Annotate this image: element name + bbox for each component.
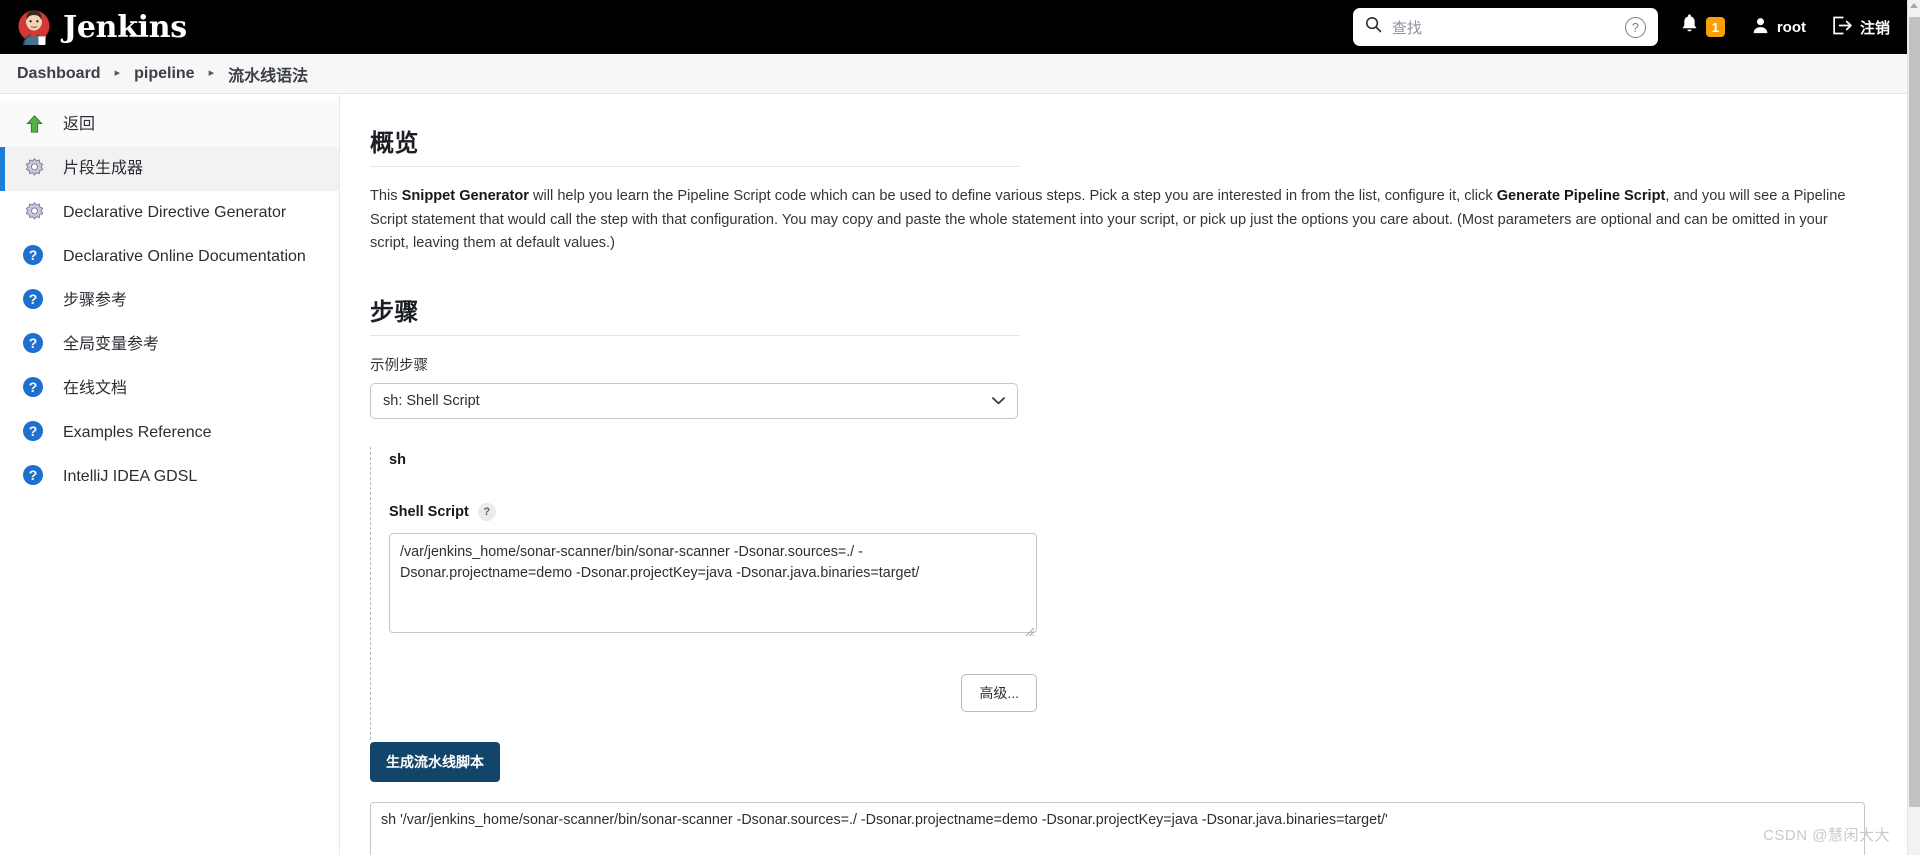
sidebar: 返回 片段生成器 Declarative Directive Generator: [0, 95, 340, 855]
advanced-button[interactable]: 高级...: [961, 673, 1037, 712]
breadcrumb-item-dashboard[interactable]: Dashboard: [17, 65, 101, 83]
main-content: 概览 This Snippet Generator will help you …: [340, 95, 1908, 855]
sidebar-item-declarative-online-documentation[interactable]: ? Declarative Online Documentation: [0, 235, 339, 279]
page-body: 返回 片段生成器 Declarative Directive Generator: [0, 95, 1908, 855]
sidebar-item-online-documentation[interactable]: ? 在线文档: [0, 367, 339, 411]
shell-script-input[interactable]: [389, 532, 1037, 633]
brand-title: Jenkins: [63, 9, 187, 45]
logout-icon: [1832, 16, 1853, 39]
shell-script-label-text: Shell Script: [389, 503, 469, 520]
gear-icon: [23, 157, 48, 182]
person-icon: [1751, 16, 1770, 39]
breadcrumb-separator-icon: ▸: [114, 67, 121, 79]
sidebar-item-label: 步骤参考: [63, 292, 128, 309]
overview-heading: 概览: [370, 130, 419, 157]
help-icon: ?: [23, 420, 48, 446]
top-header-bar: Jenkins 查找 ? 1 root 注销: [0, 0, 1908, 54]
sidebar-item-back[interactable]: 返回: [0, 103, 339, 147]
breadcrumb-separator-icon: ▸: [208, 67, 215, 79]
help-icon: ?: [23, 244, 48, 270]
intro-bold-generate-pipeline-script: Generate Pipeline Script: [1496, 188, 1666, 204]
sample-step-select[interactable]: sh: Shell Script: [370, 382, 1018, 419]
user-menu-button[interactable]: root: [1751, 16, 1806, 39]
page-scrollbar[interactable]: [1907, 0, 1920, 855]
help-icon: ?: [23, 376, 48, 402]
sample-step-selected-value: sh: Shell Script: [383, 392, 480, 409]
sidebar-item-label: Declarative Online Documentation: [63, 248, 306, 265]
advanced-row: 高级...: [389, 673, 1037, 712]
steps-heading: 步骤: [370, 298, 419, 326]
logout-label: 注销: [1859, 19, 1890, 37]
help-icon: ?: [23, 332, 48, 358]
sidebar-item-step-reference[interactable]: ? 步骤参考: [0, 279, 339, 323]
sidebar-item-examples-reference[interactable]: ? Examples Reference: [0, 411, 339, 455]
search-icon: [1365, 16, 1382, 38]
help-icon: ?: [23, 288, 48, 314]
chevron-down-icon: [992, 393, 1005, 408]
notification-count-badge: 1: [1705, 17, 1725, 37]
breadcrumb: Dashboard ▸ pipeline ▸ 流水线语法: [0, 54, 1908, 94]
bell-icon: [1680, 14, 1699, 40]
breadcrumb-item-pipeline[interactable]: pipeline: [134, 65, 194, 83]
search-input[interactable]: 查找 ?: [1352, 8, 1658, 46]
help-icon[interactable]: ?: [477, 502, 496, 521]
up-arrow-green-icon: [23, 113, 48, 138]
gear-icon: [23, 201, 48, 226]
sidebar-item-declarative-directive-generator[interactable]: Declarative Directive Generator: [0, 191, 339, 235]
sidebar-item-label: IntelliJ IDEA GDSL: [63, 468, 198, 485]
sidebar-item-label: Declarative Directive Generator: [63, 204, 287, 221]
user-name-label: root: [1776, 18, 1806, 36]
jenkins-home-link[interactable]: Jenkins: [15, 7, 187, 47]
intro-text-part-2: will help you learn the Pipeline Script …: [528, 188, 1497, 204]
sample-step-label: 示例步骤: [370, 357, 428, 374]
step-name-label: sh: [389, 451, 406, 468]
shell-script-field-label: Shell Script ?: [389, 502, 1550, 521]
search-help-icon[interactable]: ?: [1624, 16, 1646, 38]
intro-bold-snippet-generator: Snippet Generator: [401, 188, 529, 204]
csdn-watermark: CSDN @慧闲大大: [1763, 827, 1890, 844]
steps-divider: [370, 334, 1020, 336]
overview-divider: [370, 166, 1020, 167]
sidebar-item-snippet-generator[interactable]: 片段生成器: [0, 147, 339, 191]
sidebar-item-label: 在线文档: [63, 380, 128, 397]
overview-description: This Snippet Generator will help you lea…: [370, 185, 1870, 256]
logout-button[interactable]: 注销: [1832, 16, 1890, 39]
scrollbar-thumb[interactable]: [1909, 17, 1920, 807]
generated-script-output[interactable]: [370, 801, 1865, 855]
sidebar-item-global-variable-reference[interactable]: ? 全局变量参考: [0, 323, 339, 367]
sidebar-item-label: 返回: [63, 116, 96, 133]
intro-text-part-1: This: [370, 188, 402, 204]
step-configuration-block: sh Shell Script ? 高级...: [370, 446, 1550, 740]
shell-script-textarea-wrapper: [389, 532, 1037, 638]
notifications-button[interactable]: 1: [1680, 14, 1725, 40]
help-icon: ?: [23, 464, 48, 490]
sidebar-item-label: Examples Reference: [63, 424, 212, 441]
breadcrumb-item-current[interactable]: 流水线语法: [228, 62, 308, 86]
sidebar-item-intellij-idea-gdsl[interactable]: ? IntelliJ IDEA GDSL: [0, 455, 339, 499]
generate-pipeline-script-button[interactable]: 生成流水线脚本: [370, 741, 500, 782]
header-actions: 查找 ? 1 root 注销: [1352, 0, 1908, 54]
search-placeholder: 查找: [1391, 19, 1422, 37]
sidebar-item-label: 全局变量参考: [63, 336, 160, 353]
sidebar-item-label: 片段生成器: [63, 160, 144, 177]
scroll-up-arrow-icon[interactable]: [1910, 3, 1918, 8]
jenkins-butler-logo-icon: [15, 7, 53, 47]
